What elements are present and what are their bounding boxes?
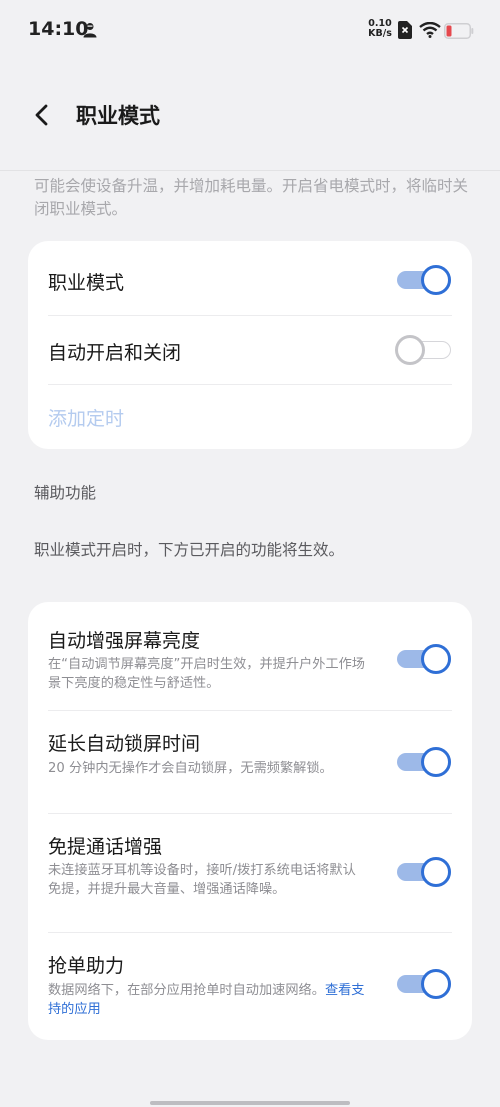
pro-mode-label: 职业模式 (48, 272, 125, 294)
section-label-assist: 辅助功能 (34, 484, 97, 502)
row-order-boost[interactable]: 抢单助力 数据网络下，在部分应用抢单时自动加速网络。查看支持的应用 (28, 933, 472, 1040)
home-indicator[interactable] (150, 1101, 350, 1105)
row-auto-on-off[interactable]: 自动开启和关闭 (28, 316, 472, 385)
main-settings-card: 职业模式 自动开启和关闭 添加定时 (28, 241, 472, 449)
wifi-icon (419, 21, 441, 42)
section-description: 职业模式开启时，下方已开启的功能将生效。 (34, 541, 345, 559)
feature-title: 免提通话增强 (48, 836, 163, 858)
order-boost-toggle[interactable] (397, 969, 451, 999)
auto-brightness-toggle[interactable] (397, 644, 451, 674)
page-title: 职业模式 (76, 104, 160, 128)
sim-x-icon (398, 21, 412, 43)
pro-mode-toggle[interactable] (397, 265, 451, 295)
feature-title: 延长自动锁屏时间 (48, 733, 201, 755)
assist-features-card: 自动增强屏幕亮度 在“自动调节屏幕亮度”开启时生效，并提升户外工作场景下亮度的稳… (28, 602, 472, 1040)
feature-subtitle-text: 数据网络下，在部分应用抢单时自动加速网络。 (48, 983, 325, 998)
extend-lock-toggle[interactable] (397, 747, 451, 777)
person-icon (83, 22, 97, 42)
battery-low-icon (444, 23, 474, 43)
row-pro-mode[interactable]: 职业模式 (28, 241, 472, 316)
feature-title: 抢单助力 (48, 955, 125, 977)
status-time: 14:10 (28, 18, 89, 40)
chevron-left-icon (35, 104, 48, 126)
intro-text: 可能会使设备升温，并增加耗电量。开启省电模式时，将临时关闭职业模式。 (34, 177, 469, 218)
auto-on-off-toggle[interactable] (395, 335, 451, 365)
divider (48, 384, 452, 385)
header: 职业模式 (0, 90, 500, 140)
add-timer-button[interactable]: 添加定时 (48, 404, 124, 431)
row-extend-lock[interactable]: 延长自动锁屏时间 20 分钟内无操作才会自动锁屏，无需频繁解锁。 (28, 711, 472, 813)
row-handsfree[interactable]: 免提通话增强 未连接蓝牙耳机等设备时，接听/拨打系统电话将默认免提，并提升最大音… (28, 814, 472, 932)
feature-subtitle: 在“自动调节屏幕亮度”开启时生效，并提升户外工作场景下亮度的稳定性与舒适性。 (48, 657, 365, 691)
feature-title: 自动增强屏幕亮度 (48, 630, 201, 652)
back-button[interactable] (28, 100, 58, 130)
status-bar: 14:10 0.10 KB/s (0, 0, 500, 60)
net-speed: 0.10 KB/s (366, 19, 394, 39)
feature-subtitle: 20 分钟内无操作才会自动锁屏，无需频繁解锁。 (48, 761, 333, 776)
handsfree-toggle[interactable] (397, 857, 451, 887)
net-speed-unit: KB/s (368, 28, 392, 39)
row-auto-brightness[interactable]: 自动增强屏幕亮度 在“自动调节屏幕亮度”开启时生效，并提升户外工作场景下亮度的稳… (28, 602, 472, 710)
header-divider (0, 170, 500, 171)
feature-subtitle: 数据网络下，在部分应用抢单时自动加速网络。查看支持的应用 (48, 981, 366, 1019)
auto-on-off-label: 自动开启和关闭 (48, 342, 182, 364)
feature-subtitle: 未连接蓝牙耳机等设备时，接听/拨打系统电话将默认免提，并提升最大音量、增强通话降… (48, 863, 356, 897)
